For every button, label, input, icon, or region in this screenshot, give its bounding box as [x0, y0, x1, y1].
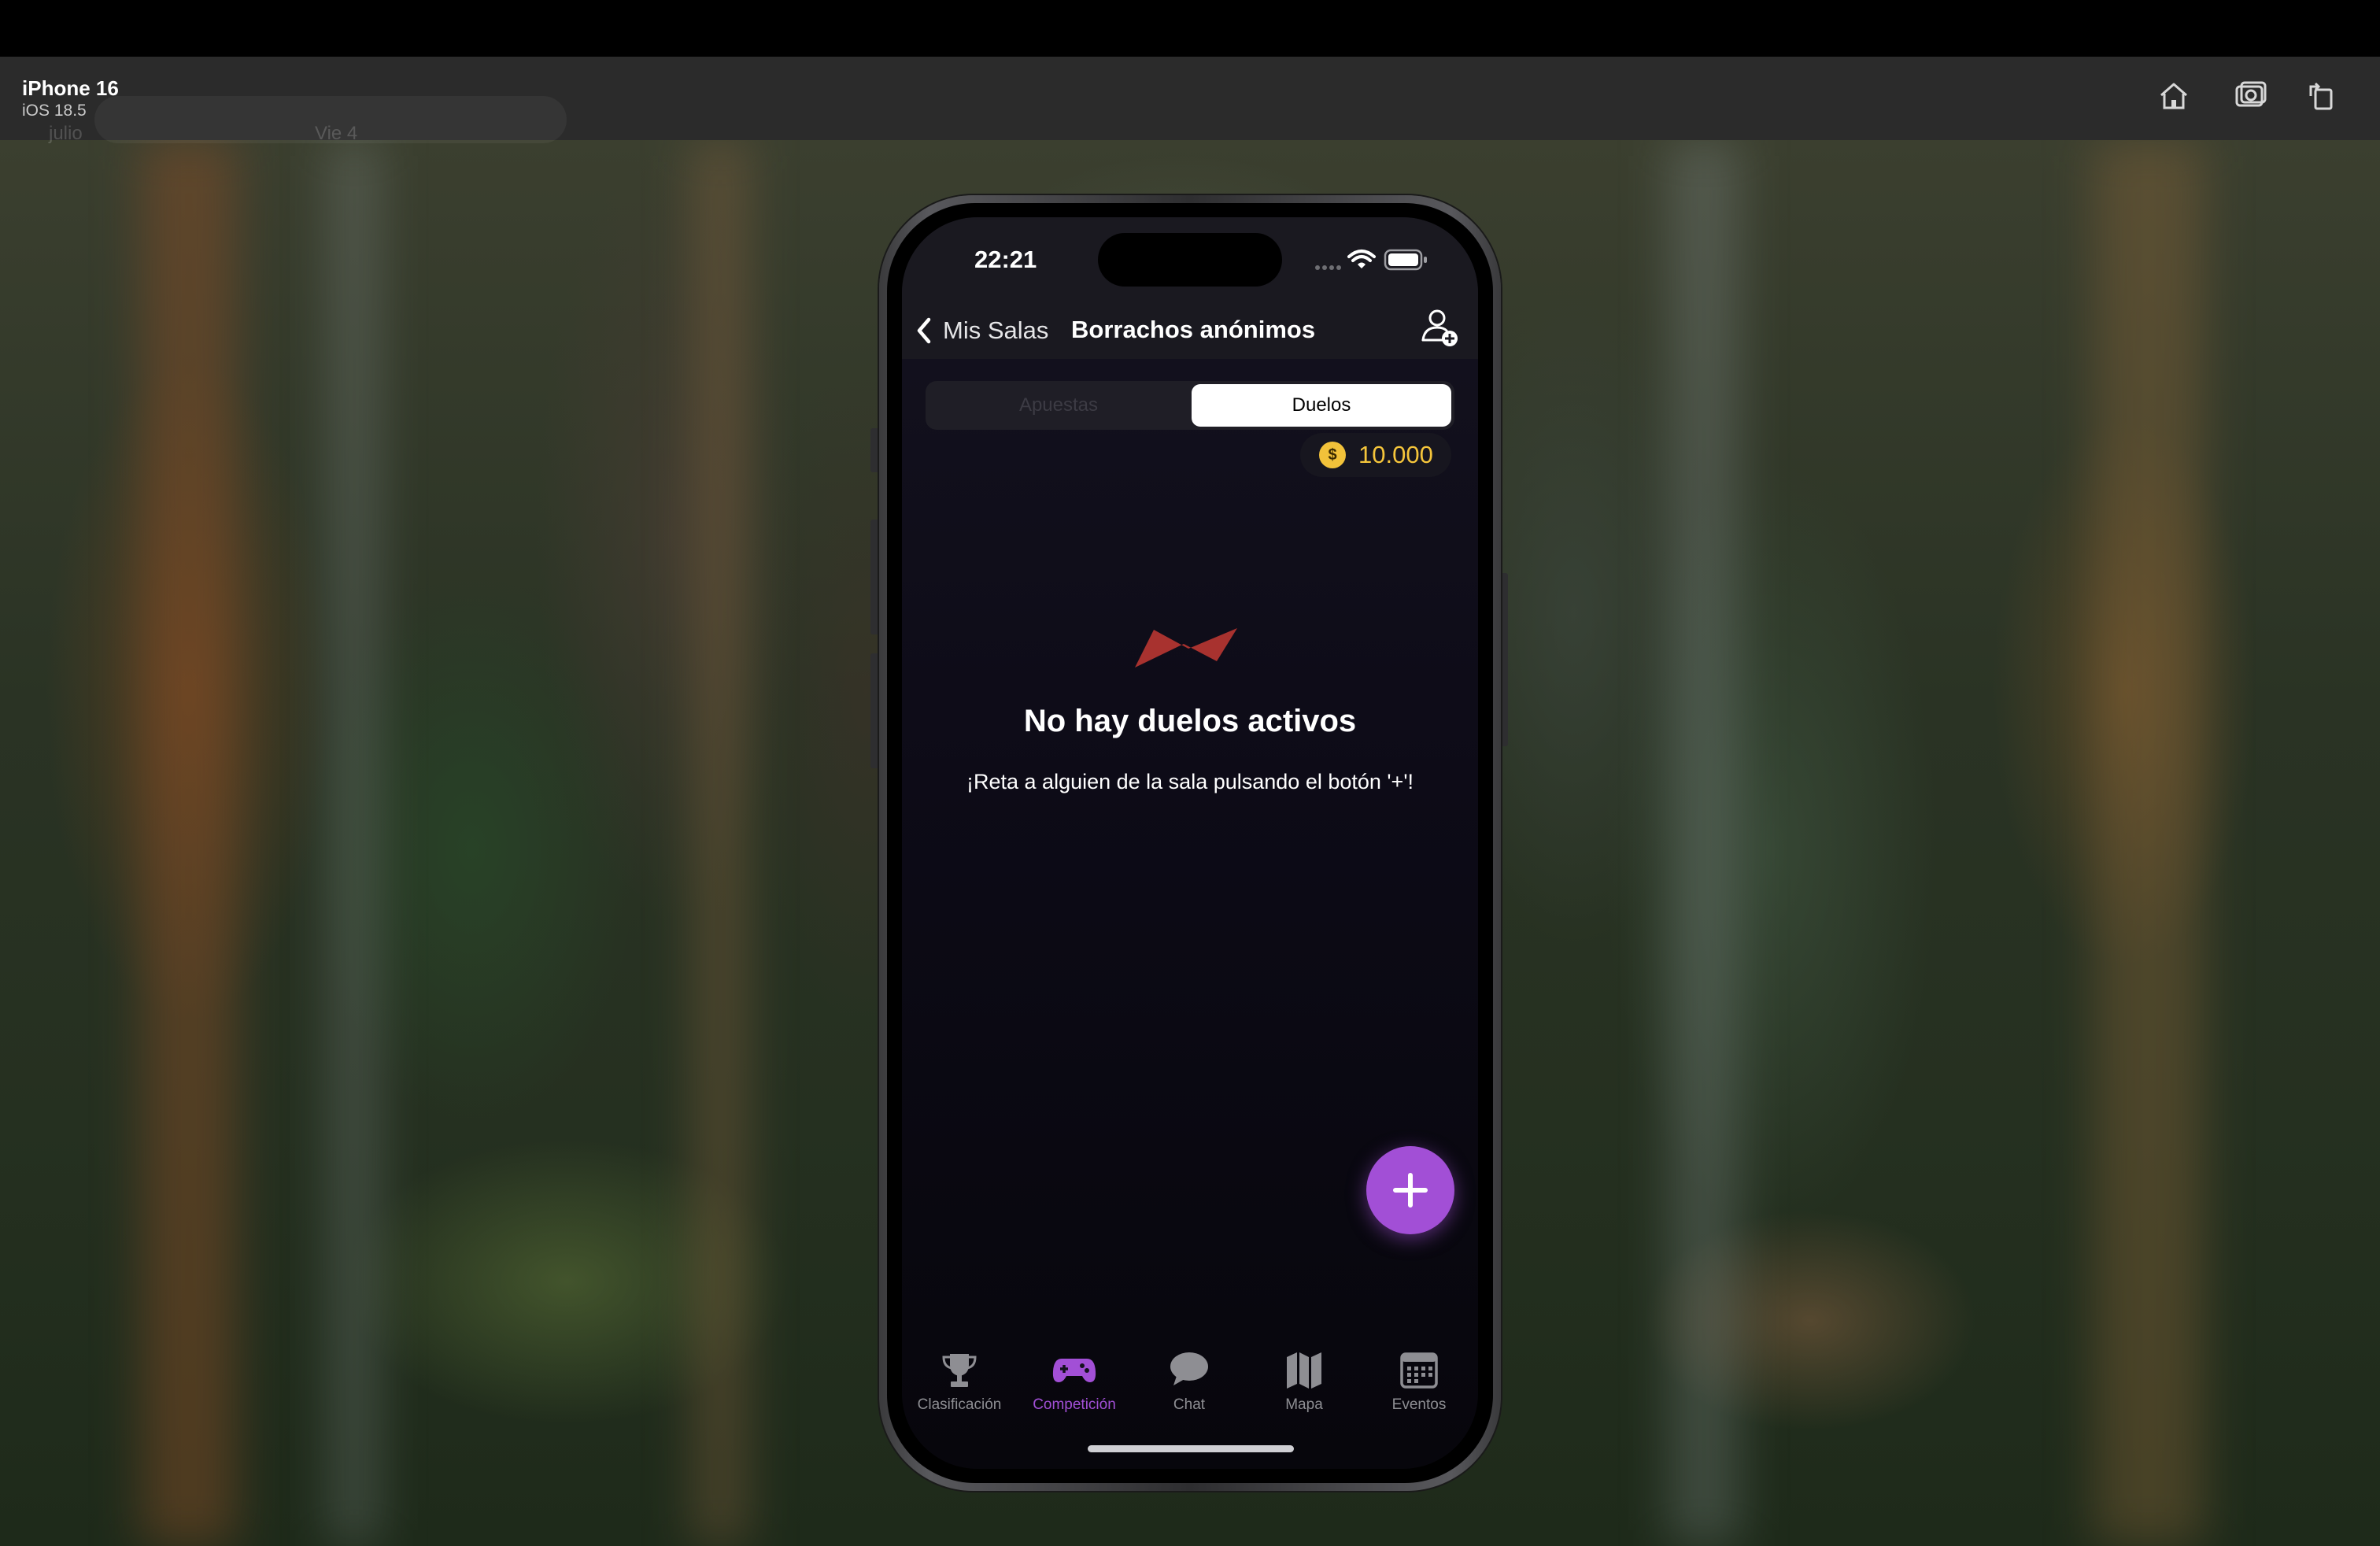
simulator-os-version: iOS 18.5 — [22, 102, 87, 120]
cellular-icon — [1315, 265, 1341, 270]
calendar-icon — [1400, 1352, 1438, 1389]
screenshot-icon[interactable] — [2234, 79, 2268, 113]
segmented-control: Apuestas Duelos — [926, 381, 1454, 430]
tab-mapa[interactable]: Mapa — [1247, 1348, 1362, 1414]
coin-balance: $ 10.000 — [1300, 433, 1451, 477]
ghost-month-text: julio — [49, 123, 83, 144]
balance-value: 10.000 — [1358, 441, 1433, 468]
empty-state-title: No hay duelos activos — [1023, 704, 1357, 738]
add-user-icon[interactable] — [1418, 305, 1462, 350]
coin-icon: $ — [1319, 442, 1346, 468]
segment-duelos[interactable]: Duelos — [1192, 384, 1451, 427]
dynamic-island — [1098, 233, 1282, 287]
plus-icon — [1393, 1173, 1428, 1208]
ghost-date-text: Vie 4 — [315, 123, 358, 144]
tab-clasificacion[interactable]: Clasificación — [902, 1348, 1017, 1414]
tab-label: Competición — [1033, 1396, 1116, 1413]
tab-chat[interactable]: Chat — [1132, 1348, 1247, 1414]
lightning-icon — [1135, 628, 1237, 668]
home-icon[interactable] — [2156, 79, 2191, 113]
tab-competicion[interactable]: Competición — [1017, 1348, 1132, 1414]
empty-state-subtitle: ¡Reta a alguien de la sala pulsando el b… — [966, 770, 1414, 793]
tab-eventos[interactable]: Eventos — [1362, 1348, 1476, 1414]
tab-label: Clasificación — [917, 1396, 1002, 1413]
phone-screen: 22:21 Mis Salas Borrachos anónimos Apues… — [902, 217, 1478, 1469]
home-indicator[interactable] — [1088, 1445, 1294, 1452]
status-icons — [1315, 249, 1427, 271]
back-label: Mis Salas — [943, 316, 1049, 344]
tab-label: Eventos — [1391, 1396, 1447, 1413]
add-duel-button[interactable] — [1366, 1146, 1454, 1234]
gamepad-icon — [1052, 1359, 1096, 1382]
tab-bar: Clasificación Competición Chat Mapa Even… — [902, 1348, 1478, 1434]
simulator-device-name: iPhone 16 — [22, 76, 119, 100]
trophy-icon — [942, 1354, 977, 1387]
rotate-icon[interactable] — [2304, 79, 2339, 113]
chat-bubble-icon — [1170, 1352, 1208, 1385]
tab-label: Mapa — [1285, 1396, 1323, 1413]
chevron-left-icon — [913, 315, 935, 346]
page-title: Borrachos anónimos — [1071, 316, 1316, 343]
map-icon — [1287, 1352, 1321, 1389]
side-power-button — [1500, 573, 1508, 746]
status-time: 22:21 — [974, 246, 1037, 273]
segment-apuestas[interactable]: Apuestas — [929, 384, 1188, 427]
tab-label: Chat — [1173, 1396, 1206, 1413]
wifi-icon — [1347, 250, 1376, 268]
battery-icon — [1384, 249, 1427, 271]
back-button[interactable]: Mis Salas — [913, 310, 1048, 351]
